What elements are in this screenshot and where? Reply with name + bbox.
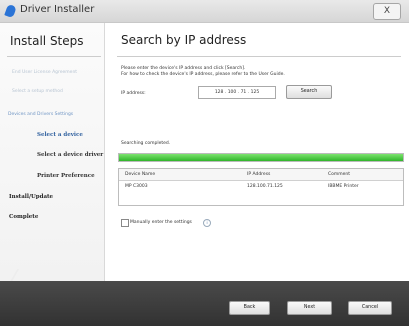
comment-cell: IBBME Printer: [328, 184, 359, 189]
table-row[interactable]: MP C3003 128.100.71.125 IBBME Printer: [119, 181, 403, 192]
progress-fill: [119, 154, 403, 161]
back-button[interactable]: Back: [229, 301, 270, 315]
manual-settings-checkbox[interactable]: [121, 219, 129, 227]
ip-address-input[interactable]: 128 . 100 . 71 . 125: [198, 86, 276, 99]
device-results-table[interactable]: Device Name IP Address Comment MP C3003 …: [118, 168, 404, 206]
close-button[interactable]: X: [373, 3, 401, 20]
sidebar-title: Install Steps: [10, 34, 84, 48]
step-printer-preference: Printer Preference: [37, 173, 95, 179]
window-title: Driver Installer: [20, 4, 95, 15]
step-select-device: Select a device: [37, 132, 83, 138]
column-comment[interactable]: Comment: [328, 169, 350, 180]
title-bar: Driver Installer X: [0, 0, 409, 23]
ip-address-cell: 128.100.71.125: [247, 184, 283, 189]
search-status-text: Searching completed.: [121, 141, 171, 146]
ip-address-label: IP address:: [121, 91, 146, 96]
instruction-line-2: For how to check the device's IP address…: [121, 72, 285, 77]
step-setup-method: Select a setup method: [12, 89, 63, 94]
column-ip-address[interactable]: IP Address: [247, 169, 270, 180]
instruction-line-1: Please enter the device's IP address and…: [121, 66, 246, 71]
sidebar-divider: [7, 56, 101, 57]
title-divider: [117, 56, 401, 57]
cancel-button[interactable]: Cancel: [348, 301, 392, 315]
info-icon[interactable]: i: [203, 219, 211, 227]
main-panel: Search by IP address Please enter the de…: [105, 23, 409, 281]
step-install-update: Install/Update: [9, 194, 54, 200]
footer-bar: Back Next Cancel: [0, 281, 409, 326]
step-complete: Complete: [9, 214, 39, 220]
search-button[interactable]: Search: [286, 85, 332, 99]
install-steps-sidebar: Install Steps End User License Agreement…: [0, 23, 105, 301]
device-name-cell: MP C3003: [125, 184, 148, 189]
step-license-agreement: End User License Agreement: [12, 70, 78, 75]
table-header: Device Name IP Address Comment: [119, 169, 403, 181]
column-device-name[interactable]: Device Name: [125, 169, 155, 180]
page-title: Search by IP address: [121, 33, 247, 47]
driver-installer-icon: [4, 3, 17, 19]
search-progress-bar: [118, 153, 404, 162]
step-devices-drivers-settings: Devices and Drivers Settings: [8, 112, 74, 117]
next-button[interactable]: Next: [287, 301, 332, 315]
step-select-device-driver: Select a device driver: [37, 152, 104, 158]
close-icon: X: [383, 6, 391, 16]
manual-settings-label[interactable]: Manually enter the settings: [130, 219, 192, 227]
